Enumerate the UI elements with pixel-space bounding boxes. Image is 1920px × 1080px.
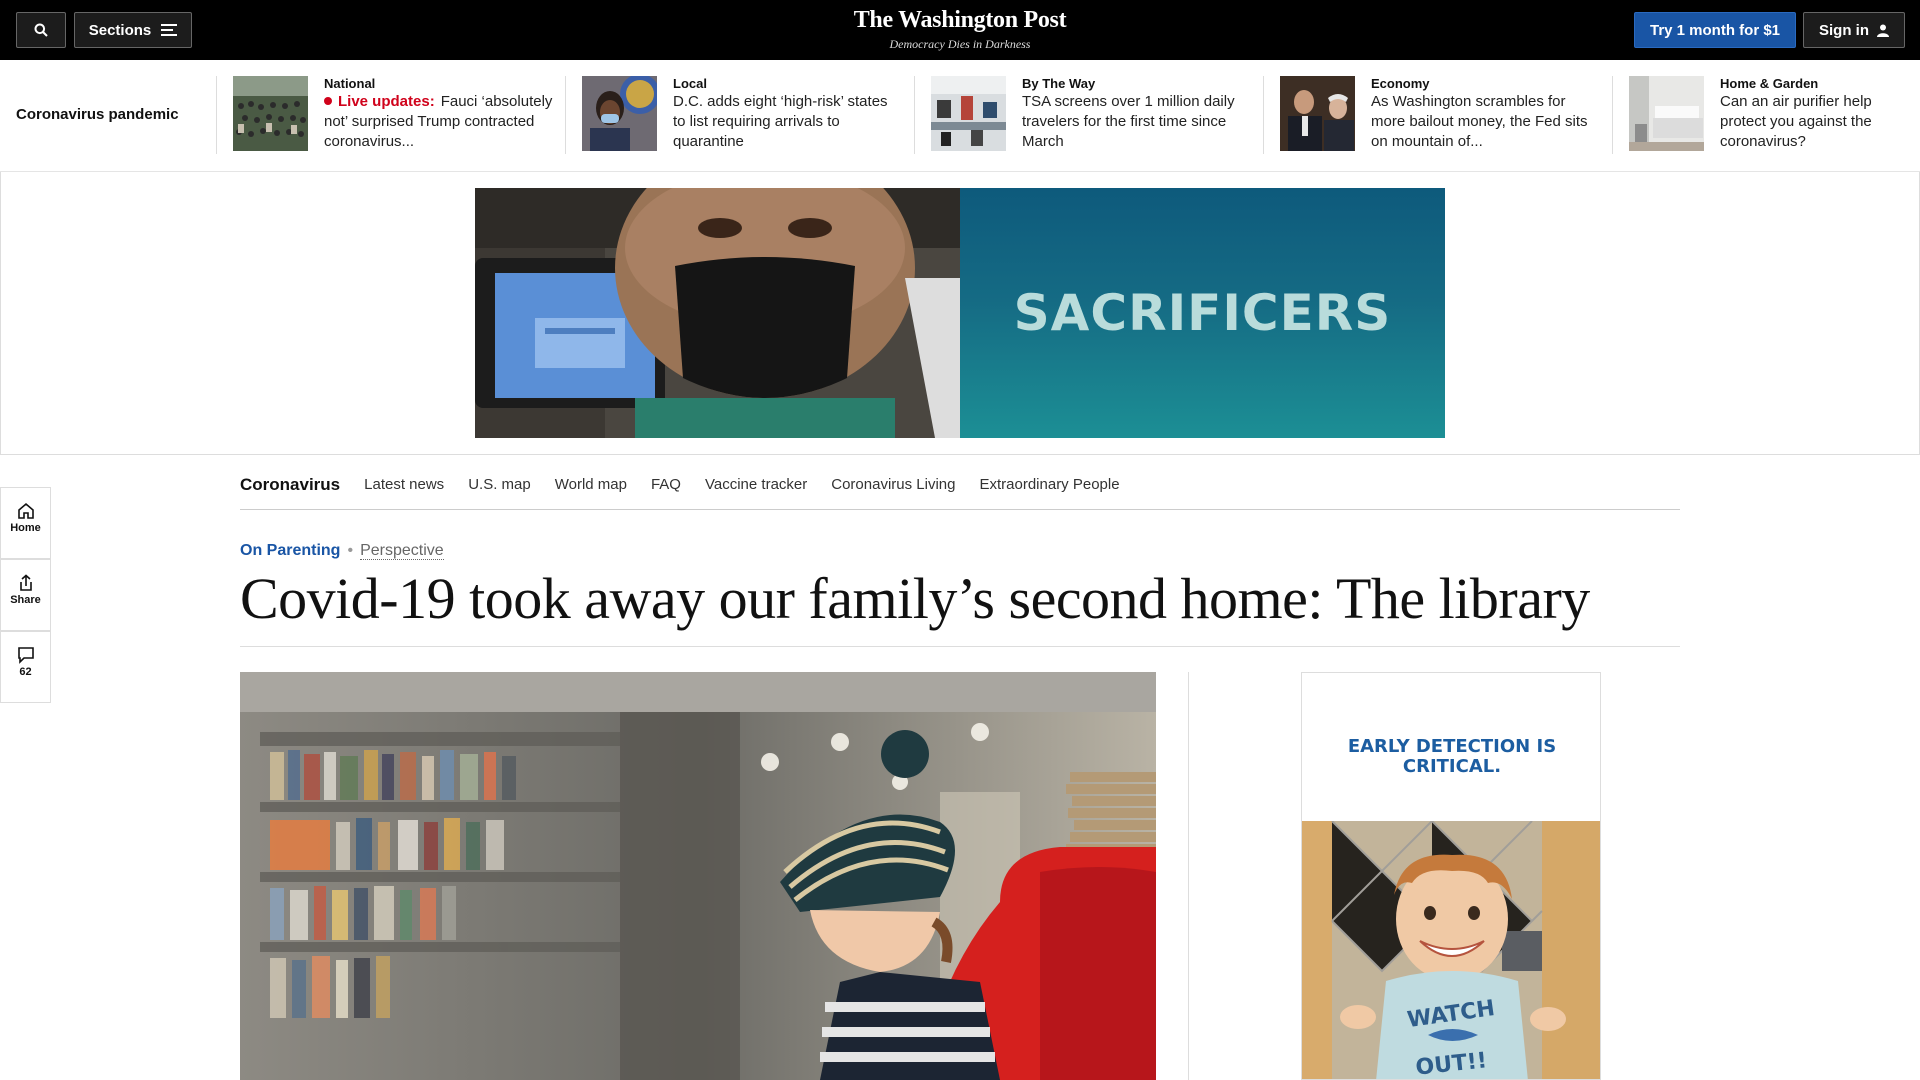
strip-text: Local D.C. adds eight ‘high-risk’ states… (673, 76, 903, 152)
headline-strip: Coronavirus pandemic National Live updat… (0, 60, 1920, 172)
comment-icon (17, 647, 34, 664)
subnav-link-vaccine-tracker[interactable]: Vaccine tracker (705, 476, 807, 493)
home-icon (17, 502, 34, 519)
strip-text: National Live updates: Fauci ‘absolutely … (324, 76, 554, 152)
hamburger-icon (161, 24, 178, 36)
home-label: Home (10, 522, 41, 534)
search-button[interactable] (16, 12, 66, 48)
strip-text: By The Way TSA screens over 1 million da… (1022, 76, 1252, 152)
strip-text: Home & Garden Can an air purifier help p… (1720, 76, 1920, 152)
article-hero-image[interactable] (240, 672, 1156, 1080)
kicker-separator: • (347, 542, 354, 559)
strip-item-economy[interactable]: Economy As Washington scrambles for more… (1280, 76, 1600, 154)
subnav-link-world-map[interactable]: World map (555, 476, 627, 493)
kicker-section-link[interactable]: On Parenting (240, 542, 340, 559)
sidebar-ad[interactable]: EARLY DETECTION IS CRITICAL. WATCH OUT!! (1301, 672, 1601, 1080)
strip-label[interactable]: Coronavirus pandemic (16, 106, 179, 123)
rail-share-button[interactable]: Share (0, 559, 51, 631)
subnav-link-extraordinary-people[interactable]: Extraordinary People (979, 476, 1119, 493)
strip-thumbnail[interactable] (582, 76, 657, 151)
strip-kicker[interactable]: National (324, 76, 554, 92)
subnav-link-us-map[interactable]: U.S. map (468, 476, 531, 493)
user-icon (1877, 24, 1889, 37)
strip-kicker[interactable]: Local (673, 76, 903, 92)
strip-headline[interactable]: D.C. adds eight ‘high-risk’ states to li… (673, 92, 903, 152)
article-kicker: On Parenting • Perspective (240, 542, 444, 560)
rail-home-button[interactable]: Home (0, 487, 51, 559)
strip-divider (914, 76, 915, 154)
article-headline: Covid-19 took away our family’s second h… (240, 566, 1590, 631)
strip-kicker[interactable]: Economy (1371, 76, 1601, 92)
sign-in-label: Sign in (1819, 21, 1869, 39)
section-subnav: Coronavirus Latest news U.S. map World m… (240, 460, 1680, 510)
search-icon (34, 23, 48, 37)
subnav-link-faq[interactable]: FAQ (651, 476, 681, 493)
share-label: Share (10, 594, 41, 606)
comments-count: 62 (19, 666, 32, 678)
column-divider (1188, 672, 1189, 1080)
ad-text: SACRIFICERS (1013, 284, 1392, 342)
strip-thumbnail[interactable] (233, 76, 308, 151)
ad-panel: SACRIFICERS (960, 188, 1445, 438)
strip-headline[interactable]: Can an air purifier help protect you aga… (1720, 92, 1920, 152)
subnav-title[interactable]: Coronavirus (240, 475, 340, 495)
rail-comments-button[interactable]: 62 (0, 631, 51, 703)
strip-kicker[interactable]: Home & Garden (1720, 76, 1920, 92)
site-logo[interactable]: The Washington Post (760, 6, 1160, 34)
strip-thumbnail[interactable] (1280, 76, 1355, 151)
strip-item-national[interactable]: National Live updates: Fauci ‘absolutely … (233, 76, 553, 154)
live-dot-icon (324, 97, 332, 105)
strip-headline[interactable]: Live updates: Fauci ‘absolutely not’ surp… (324, 92, 554, 152)
strip-thumbnail[interactable] (1629, 76, 1704, 151)
kicker-perspective-label[interactable]: Perspective (360, 542, 444, 560)
strip-divider (1612, 76, 1613, 154)
headline-divider (240, 646, 1680, 647)
share-icon (19, 574, 32, 591)
sidebar-ad-text: EARLY DETECTION IS CRITICAL. (1347, 736, 1557, 777)
strip-divider (216, 76, 217, 154)
strip-item-home-garden[interactable]: Home & Garden Can an air purifier help p… (1629, 76, 1920, 154)
sign-in-button[interactable]: Sign in (1803, 12, 1905, 48)
subnav-link-coronavirus-living[interactable]: Coronavirus Living (831, 476, 955, 493)
site-tagline: Democracy Dies in Darkness (889, 37, 1031, 51)
masthead[interactable]: The Washington Post Democracy Dies in Da… (760, 6, 1160, 52)
ad-photo (475, 188, 960, 438)
strip-divider (1263, 76, 1264, 154)
ad-banner[interactable]: SACRIFICERS (475, 188, 1445, 438)
live-updates-label: Live updates: (338, 93, 435, 110)
strip-thumbnail[interactable] (931, 76, 1006, 151)
strip-divider (565, 76, 566, 154)
strip-kicker[interactable]: By The Way (1022, 76, 1252, 92)
subnav-link-latest-news[interactable]: Latest news (364, 476, 444, 493)
sidebar-ad-photo: WATCH OUT!! (1302, 820, 1600, 1079)
subscribe-button[interactable]: Try 1 month for $1 (1634, 12, 1796, 48)
top-navigation-bar: Sections The Washington Post Democracy D… (0, 0, 1920, 60)
strip-headline[interactable]: TSA screens over 1 million daily travele… (1022, 92, 1252, 152)
strip-item-local[interactable]: Local D.C. adds eight ‘high-risk’ states… (582, 76, 902, 154)
sections-label: Sections (88, 21, 152, 39)
strip-text: Economy As Washington scrambles for more… (1371, 76, 1601, 152)
strip-item-by-the-way[interactable]: By The Way TSA screens over 1 million da… (931, 76, 1251, 154)
sections-menu-button[interactable]: Sections (74, 12, 192, 48)
strip-headline[interactable]: As Washington scrambles for more bailout… (1371, 92, 1601, 152)
